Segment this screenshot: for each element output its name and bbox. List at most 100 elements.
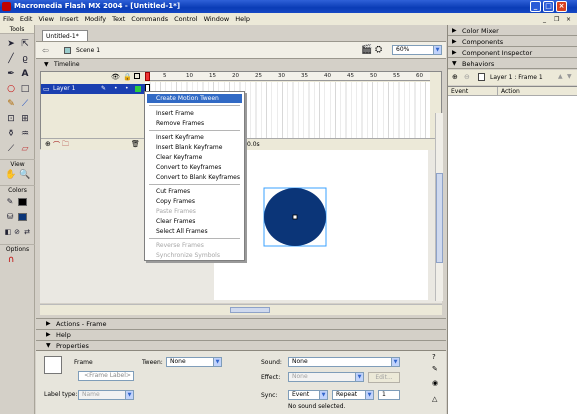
menu-insert[interactable]: Insert [57, 13, 82, 25]
outline-color-box[interactable] [135, 86, 141, 92]
behaviors-header[interactable]: ▼ Behaviors [448, 59, 577, 69]
expand-triangle-icon[interactable]: △ [432, 395, 437, 403]
lasso-tool-icon[interactable]: ϱ [19, 53, 31, 65]
vscroll-thumb[interactable] [436, 173, 443, 263]
stroke-color-swatch[interactable] [18, 198, 27, 206]
swap-colors-icon[interactable]: ⇄ [21, 226, 33, 238]
tween-select[interactable]: None ▼ [166, 357, 222, 367]
frame-ruler[interactable]: 5 10 15 20 25 30 35 40 45 50 55 60 [145, 72, 430, 81]
close-button[interactable]: × [556, 1, 567, 12]
col-event[interactable]: Event [448, 87, 498, 96]
stage-canvas[interactable] [214, 150, 428, 300]
visibility-dot[interactable]: • [114, 84, 118, 94]
menu-insert-frame[interactable]: Insert Frame [147, 109, 242, 118]
menu-edit[interactable]: Edit [17, 13, 36, 25]
properties-panel-header[interactable]: ▼ Properties [36, 340, 446, 350]
menu-view[interactable]: View [35, 13, 56, 25]
text-tool-icon[interactable]: A [19, 68, 31, 80]
vertical-scrollbar[interactable] [435, 113, 443, 301]
fill-transform-tool-icon[interactable]: ⊞ [19, 113, 31, 125]
pen-tool-icon[interactable]: ✒ [5, 68, 17, 80]
horizontal-scrollbar[interactable] [40, 304, 442, 315]
line-tool-icon[interactable]: ╱ [5, 53, 17, 65]
show-hide-eye-icon[interactable]: 👁 [111, 73, 120, 81]
document-tab[interactable]: Untitled-1* [42, 30, 88, 41]
lock-icon[interactable]: 🔒 [123, 73, 132, 81]
ink-bottle-tool-icon[interactable]: ⚱ [5, 128, 17, 140]
menu-convert-to-keyframes[interactable]: Convert to Keyframes [147, 163, 242, 172]
delete-layer-icon[interactable]: 🗑 [131, 140, 140, 148]
menu-text[interactable]: Text [109, 13, 128, 25]
arrow-tool-icon[interactable]: ➤ [5, 38, 17, 50]
add-layer-icon[interactable]: ⊕ [45, 140, 51, 148]
help-panel-header[interactable]: ▶ Help [36, 329, 446, 339]
paint-bucket-tool-icon[interactable]: ♒ [19, 128, 31, 140]
edit-scene-icon[interactable]: 🎬 [361, 45, 372, 55]
col-action[interactable]: Action [498, 87, 577, 96]
label-type-label: Label type: [44, 391, 78, 398]
subselect-tool-icon[interactable]: ⇱ [19, 38, 31, 50]
playhead[interactable] [145, 72, 150, 81]
menu-copy-frames[interactable]: Copy Frames [147, 197, 242, 206]
menu-modify[interactable]: Modify [82, 13, 110, 25]
scene-name[interactable]: Scene 1 [76, 47, 100, 54]
fill-color-icon[interactable]: ⛁ [4, 211, 16, 223]
sound-select[interactable]: None ▼ [288, 357, 400, 367]
component-inspector-header[interactable]: ▶ Component Inspector [448, 48, 577, 58]
ruler-tick: 25 [255, 73, 262, 79]
minimize-button[interactable]: _ [530, 1, 541, 12]
stroke-color-icon[interactable]: ✎ [4, 196, 16, 208]
maximize-button[interactable]: □ [543, 1, 554, 12]
menu-insert-keyframe[interactable]: Insert Keyframe [147, 133, 242, 142]
menu-insert-blank-keyframe[interactable]: Insert Blank Keyframe [147, 143, 242, 152]
menu-help[interactable]: Help [232, 13, 253, 25]
eraser-tool-icon[interactable]: ▱ [19, 143, 31, 155]
menu-cut-frames[interactable]: Cut Frames [147, 187, 242, 196]
color-mixer-header[interactable]: ▶ Color Mixer [448, 26, 577, 36]
repeat-select[interactable]: Repeat ▼ [332, 390, 374, 400]
actions-panel-header[interactable]: ▶ Actions - Frame [36, 318, 446, 328]
menu-file[interactable]: File [0, 13, 17, 25]
zoom-select[interactable]: 60% ▼ [392, 45, 442, 55]
menu-clear-frames[interactable]: Clear Frames [147, 217, 242, 226]
repeat-count-input[interactable]: 1 [378, 390, 400, 400]
menu-reverse-frames: Reverse Frames [156, 242, 204, 249]
edit-icon[interactable]: ✎ [432, 365, 438, 373]
menu-select-all-frames[interactable]: Select All Frames [147, 227, 242, 236]
registration-point[interactable] [292, 214, 298, 220]
menu-convert-to-blank-keyframes[interactable]: Convert to Blank Keyframes [147, 173, 242, 182]
timeline-header[interactable]: ▼ Timeline [40, 60, 442, 70]
hscroll-thumb[interactable] [230, 307, 270, 313]
add-motion-guide-icon[interactable]: ⌒ [53, 140, 60, 150]
oval-tool-icon[interactable]: ○ [5, 83, 17, 95]
behaviors-table[interactable]: Event Action [448, 86, 577, 414]
sound-status: No sound selected. [288, 403, 346, 410]
help-icon[interactable]: ? [432, 353, 436, 361]
accessibility-icon[interactable]: ◉ [432, 379, 438, 387]
edit-symbols-icon[interactable]: ⛭ [375, 45, 382, 55]
components-header[interactable]: ▶ Components [448, 37, 577, 47]
frame-label-input[interactable]: <Frame Label> [78, 371, 134, 381]
outline-icon[interactable] [134, 73, 140, 79]
sync-select[interactable]: Event ▼ [288, 390, 328, 400]
snap-magnet-icon[interactable]: ∩ [5, 254, 17, 266]
menu-window[interactable]: Window [201, 13, 233, 25]
menu-remove-frames[interactable]: Remove Frames [147, 119, 242, 128]
zoom-tool-icon[interactable]: 🔍 [19, 169, 31, 181]
rectangle-tool-icon[interactable]: □ [19, 83, 31, 95]
menu-clear-keyframe[interactable]: Clear Keyframe [147, 153, 242, 162]
brush-tool-icon[interactable]: ⟋ [19, 98, 31, 110]
fill-color-swatch[interactable] [18, 213, 27, 221]
hand-tool-icon[interactable]: ✋ [5, 169, 17, 181]
view-section-label: View [0, 159, 35, 168]
layer-row[interactable]: ▭ Layer 1 ✎ • • [41, 84, 145, 94]
menu-create-motion-tween[interactable]: Create Motion Tween [147, 94, 242, 103]
lock-dot[interactable]: • [125, 84, 129, 94]
pencil-tool-icon[interactable]: ✎ [5, 98, 17, 110]
menu-control[interactable]: Control [171, 13, 201, 25]
menu-commands[interactable]: Commands [128, 13, 171, 25]
add-behavior-icon[interactable]: ⊕ [452, 73, 458, 81]
eyedropper-tool-icon[interactable]: ⟋ [5, 143, 17, 155]
free-transform-tool-icon[interactable]: ⊡ [5, 113, 17, 125]
back-arrow-icon[interactable]: ⇦ [42, 46, 49, 55]
